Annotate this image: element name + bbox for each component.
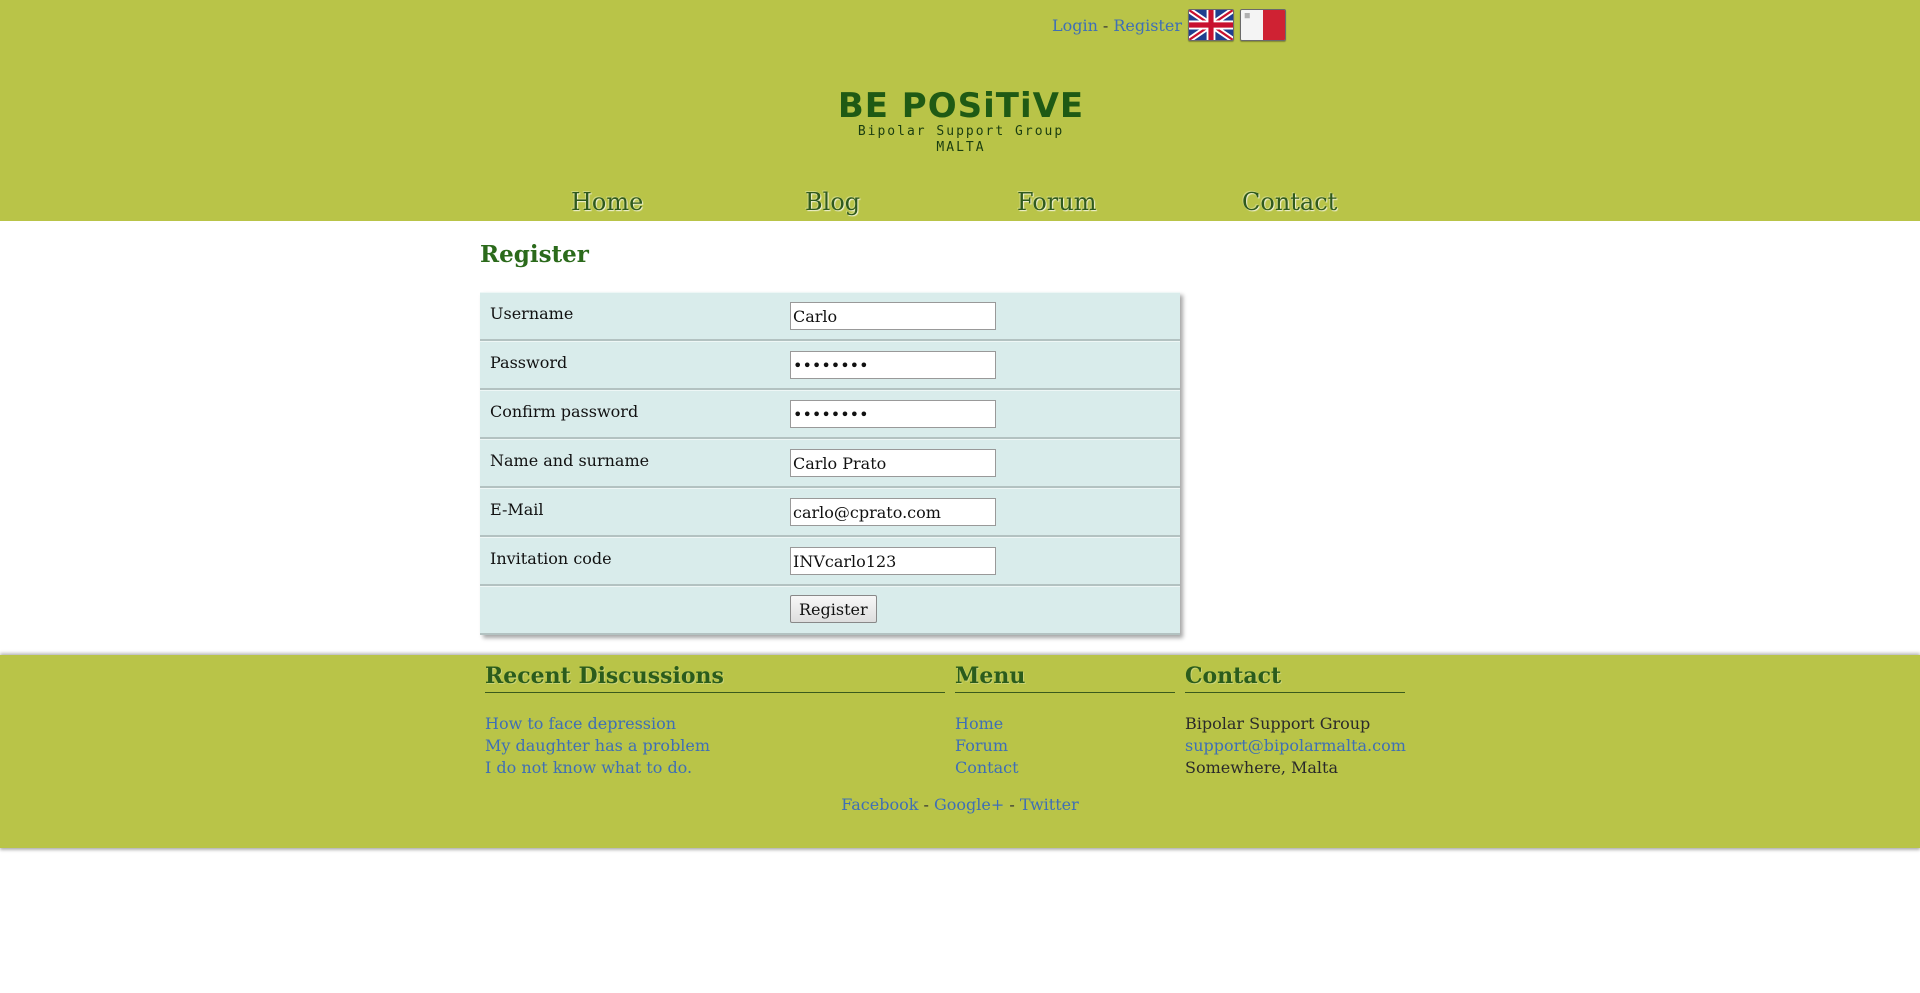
googleplus-link[interactable]: Google+ [934,795,1004,814]
register-form: Username Password Confirm password Name … [480,292,1180,635]
main-nav: Home Blog Forum Contact [0,188,1920,221]
recent-discussions-heading: Recent Discussions [485,661,945,693]
username-input[interactable] [790,302,996,330]
social-links: Facebook - Google+ - Twitter [0,795,1920,814]
main-content: Register Username Password Confirm passw… [480,240,1180,635]
social-separator: - [1009,795,1015,814]
discussion-link[interactable]: How to face depression [485,714,676,733]
footer-menu-forum[interactable]: Forum [955,736,1008,755]
site-header: Login - Register BE POSiTiVE Bipolar Sup… [0,0,1920,221]
form-row-password: Password [480,341,1180,390]
facebook-link[interactable]: Facebook [841,795,918,814]
uk-flag-icon[interactable] [1187,9,1234,41]
name-label: Name and surname [490,451,650,470]
logo-subtitle: Bipolar Support Group MALTA [857,124,1065,155]
confirm-password-input[interactable] [790,400,996,428]
form-row-submit: Register [480,586,1180,635]
nav-forum[interactable]: Forum [1017,188,1096,216]
footer-menu: Menu Home Forum Contact [955,661,1175,779]
discussion-link[interactable]: I do not know what to do. [485,758,692,777]
social-separator: - [923,795,929,814]
malta-flag-icon[interactable] [1239,9,1286,41]
form-row-name: Name and surname [480,439,1180,488]
email-label: E-Mail [490,500,544,519]
nav-blog[interactable]: Blog [805,188,860,216]
invitation-code-input[interactable] [790,547,996,575]
email-input[interactable] [790,498,996,526]
form-row-confirm-password: Confirm password [480,390,1180,439]
password-label: Password [490,353,568,372]
contact-heading: Contact [1185,661,1405,693]
footer-menu-contact[interactable]: Contact [955,758,1019,777]
top-account-bar: Login - Register [1052,8,1286,42]
discussion-link[interactable]: My daughter has a problem [485,736,710,755]
footer-recent-discussions: Recent Discussions How to face depressio… [485,661,945,779]
password-input[interactable] [790,351,996,379]
contact-location: Somewhere, Malta [1185,758,1338,777]
login-link[interactable]: Login [1052,16,1098,35]
register-button[interactable]: Register [790,595,877,623]
top-separator: - [1102,15,1109,35]
site-footer: Recent Discussions How to face depressio… [0,655,1920,848]
footer-contact: Contact Bipolar Support Group support@bi… [1185,661,1406,779]
username-label: Username [490,304,574,323]
form-row-invitation: Invitation code [480,537,1180,586]
register-link[interactable]: Register [1113,16,1182,35]
name-input[interactable] [790,449,996,477]
invitation-code-label: Invitation code [490,549,612,568]
menu-heading: Menu [955,661,1175,693]
contact-email-link[interactable]: support@bipolarmalta.com [1185,736,1406,755]
confirm-password-label: Confirm password [490,402,639,421]
contact-name: Bipolar Support Group [1185,714,1371,733]
site-logo[interactable]: BE POSiTiVE Bipolar Support Group MALTA [836,88,1086,156]
logo-title: BE POSiTiVE [837,86,1085,126]
nav-home[interactable]: Home [571,188,643,216]
footer-menu-home[interactable]: Home [955,714,1003,733]
form-row-username: Username [480,292,1180,341]
form-row-email: E-Mail [480,488,1180,537]
page-title: Register [480,241,589,268]
nav-contact[interactable]: Contact [1242,188,1337,216]
twitter-link[interactable]: Twitter [1020,795,1079,814]
